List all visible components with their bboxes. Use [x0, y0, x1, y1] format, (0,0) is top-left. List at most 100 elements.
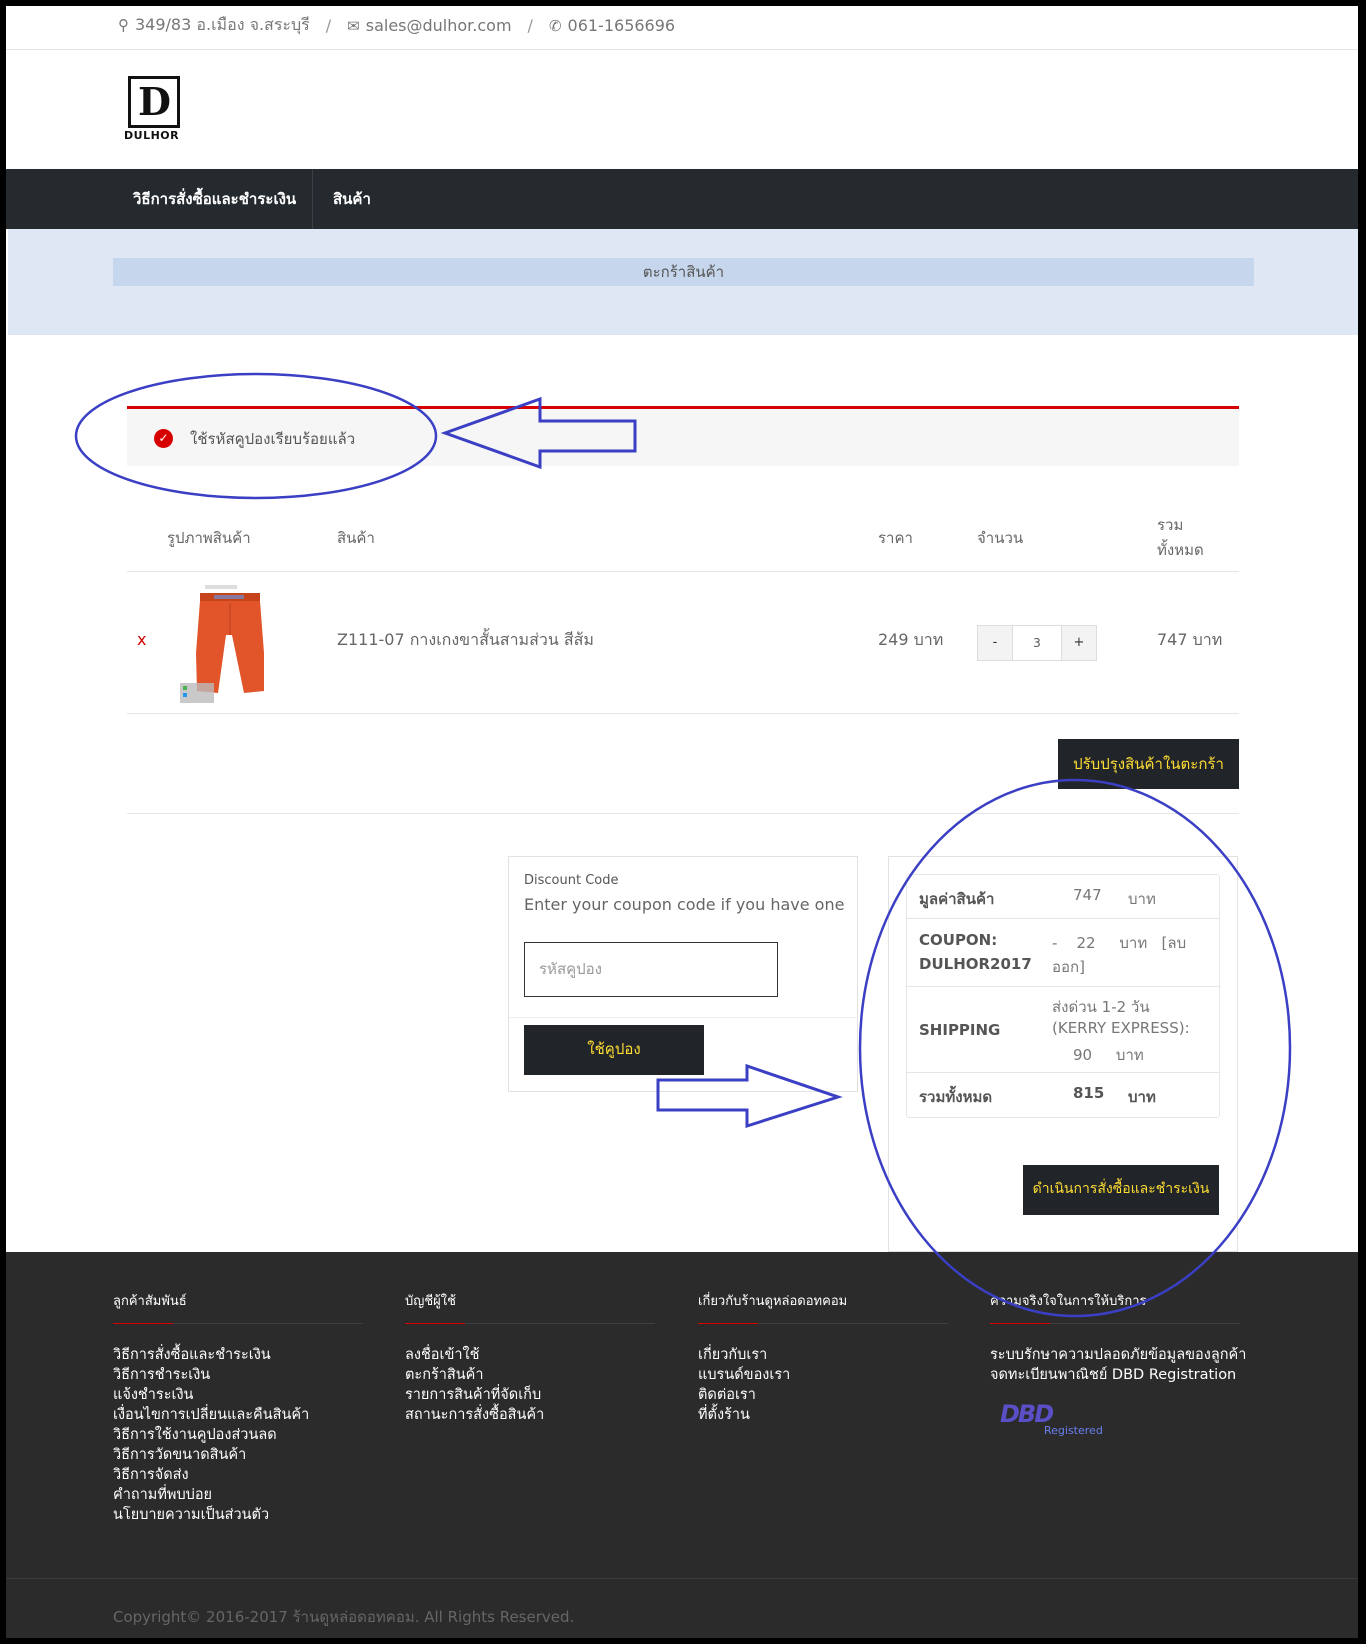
footer-col-trust: ความจริงใจในการให้บริการ ระบบรักษาความปล… — [990, 1290, 1246, 1385]
coupon-success-alert: ✓ ใช้รหัสคูปองเรียบร้อยแล้ว — [127, 406, 1239, 466]
subtotal-unit: บาท — [1128, 890, 1156, 908]
phone-icon: ✆ — [548, 17, 562, 35]
remove-item-button[interactable]: x — [137, 630, 146, 649]
footer-link[interactable]: แจ้งชำระเงิน — [113, 1385, 363, 1405]
logo-letter: D — [138, 79, 171, 124]
main-nav: วิธีการสั่งซื้อและชำระเงิน สินค้า — [0, 169, 1366, 229]
footer-link[interactable]: ลงชื่อเข้าใช้ — [405, 1345, 655, 1365]
nav-item-products[interactable]: สินค้า — [333, 169, 371, 229]
footer-link[interactable]: วิธีการจัดส่ง — [113, 1465, 363, 1485]
footer-link[interactable]: วิธีการใช้งานคูปองส่วนลด — [113, 1425, 363, 1445]
qty-input[interactable]: 3 — [1012, 626, 1062, 660]
footer-link[interactable]: รายการสินค้าที่จัดเก็บ — [405, 1385, 655, 1405]
shipping-row: SHIPPING ส่งด่วน 1-2 วัน (KERRY EXPRESS)… — [907, 987, 1219, 1073]
col-header-product: สินค้า — [337, 529, 375, 547]
shipping-carrier: (KERRY EXPRESS): — [1052, 1019, 1190, 1037]
footer-col-customer: ลูกค้าสัมพันธ์ วิธีการสั่งซื้อและชำระเงิ… — [113, 1290, 363, 1525]
footer-link[interactable]: นโยบายความเป็นส่วนตัว — [113, 1505, 363, 1525]
grand-total-label: รวมทั้งหมด — [919, 1088, 993, 1106]
footer-link[interactable]: วิธีการวัดขนาดสินค้า — [113, 1445, 363, 1465]
discount-code-panel: Discount Code Enter your coupon code if … — [508, 856, 858, 1092]
discount-code-label: Discount Code — [524, 873, 619, 888]
footer-link[interactable]: จดทะเบียนพาณิชย์ DBD Registration — [990, 1365, 1240, 1385]
checkout-button[interactable]: ดำเนินการสั่งซื้อและชำระเงิน — [1023, 1165, 1219, 1215]
footer-link[interactable]: สถานะการสั่งซื้อสินค้า — [405, 1405, 655, 1425]
top-info-bar: ⚲ 349/83 อ.เมือง จ.สระบุรี / ✉ sales@dulho… — [0, 0, 1366, 50]
footer-link[interactable]: เงื่อนไขการเปลี่ยนและคืนสินค้า — [113, 1405, 363, 1425]
site-logo[interactable]: D DULHOR — [124, 76, 184, 142]
order-summary-panel: มูลค่าสินค้า 747 บาท COUPON: DULHOR2017 … — [888, 856, 1238, 1252]
footer-divider — [0, 1578, 1366, 1579]
product-name[interactable]: Z111-07 กางเกงขาสั้นสามส่วน สีส้ม — [337, 628, 594, 653]
footer-link[interactable]: เกี่ยวกับเรา — [698, 1345, 948, 1365]
product-price: 249 บาท — [878, 630, 944, 649]
section-divider — [127, 813, 1239, 814]
totals-table: มูลค่าสินค้า 747 บาท COUPON: DULHOR2017 … — [906, 874, 1220, 1118]
shipping-cost: 90 บาท — [1073, 1046, 1144, 1064]
subtotal-label: มูลค่าสินค้า — [919, 890, 995, 908]
alert-message: ใช้รหัสคูปองเรียบร้อยแล้ว — [190, 430, 356, 448]
separator: / — [527, 16, 533, 35]
footer-link[interactable]: ตะกร้าสินค้า — [405, 1365, 655, 1385]
breadcrumb: ตะกร้าสินค้า — [113, 258, 1254, 286]
line-total: 747 บาท — [1157, 630, 1223, 649]
footer-col-account: บัญชีผู้ใช้ ลงชื่อเข้าใช้ ตะกร้าสินค้า ร… — [405, 1290, 655, 1425]
nav-item-how-to-order[interactable]: วิธีการสั่งซื้อและชำระเงิน — [133, 169, 296, 229]
subtotal-row: มูลค่าสินค้า 747 บาท — [907, 875, 1219, 919]
footer-link[interactable]: คำถามที่พบบ่อย — [113, 1485, 363, 1505]
col-header-total: รวม — [1157, 516, 1184, 534]
check-icon: ✓ — [154, 429, 173, 448]
footer-link[interactable]: แบรนด์ของเรา — [698, 1365, 948, 1385]
coupon-code: DULHOR2017 — [919, 955, 1032, 973]
panel-divider — [509, 1017, 858, 1018]
footer-heading: เกี่ยวกับร้านดูหล่อดอทคอม — [698, 1294, 848, 1309]
subtotal-value: 747 — [1073, 886, 1102, 904]
col-header-price: ราคา — [878, 529, 913, 547]
heading-underline — [698, 1323, 948, 1324]
footer-link[interactable]: ระบบรักษาความปลอดภัยข้อมูลของลูกค้า — [990, 1345, 1246, 1365]
shipping-label: SHIPPING — [919, 1021, 1001, 1039]
shipping-method: ส่งด่วน 1-2 วัน — [1052, 998, 1150, 1016]
remove-coupon-link[interactable]: ออก] — [1052, 955, 1085, 979]
row-divider — [127, 713, 1239, 714]
envelope-icon: ✉ — [347, 17, 360, 35]
product-image[interactable] — [180, 583, 278, 703]
footer-heading: ความจริงใจในการให้บริการ — [990, 1294, 1147, 1309]
footer-link[interactable]: วิธีการสั่งซื้อและชำระเงิน — [113, 1345, 363, 1365]
qty-plus-button[interactable]: + — [1062, 626, 1096, 660]
footer-col-about: เกี่ยวกับร้านดูหล่อดอทคอม เกี่ยวกับเรา แ… — [698, 1290, 948, 1425]
coupon-row: COUPON: DULHOR2017 - 22 บาท [ลบ ออก] — [907, 919, 1219, 987]
address-text: 349/83 อ.เมือง จ.สระบุรี — [135, 15, 310, 34]
heading-underline — [405, 1323, 655, 1324]
map-marker-icon: ⚲ — [118, 16, 129, 34]
footer-link[interactable]: ติดต่อเรา — [698, 1385, 948, 1405]
email-link[interactable]: sales@dulhor.com — [366, 16, 512, 35]
grand-total-row: รวมทั้งหมด 815 บาท — [907, 1073, 1219, 1117]
col-header-image: รูปภาพสินค้า — [167, 529, 251, 547]
qty-minus-button[interactable]: - — [978, 626, 1012, 660]
heading-underline — [113, 1323, 363, 1324]
heading-underline — [990, 1323, 1240, 1324]
quantity-stepper[interactable]: - 3 + — [977, 625, 1097, 661]
col-header-qty: จำนวน — [977, 529, 1024, 547]
address-item: ⚲ 349/83 อ.เมือง จ.สระบุรี — [118, 13, 310, 38]
discount-code-hint: Enter your coupon code if you have one — [524, 895, 845, 914]
coupon-label: COUPON: — [919, 931, 998, 949]
footer-link[interactable]: วิธีการชำระเงิน — [113, 1365, 363, 1385]
grand-total-unit: บาท — [1128, 1088, 1156, 1106]
coupon-discount: - 22 บาท [ลบ — [1052, 934, 1187, 952]
nav-divider — [312, 169, 313, 229]
update-cart-button[interactable]: ปรับปรุงสินค้าในตะกร้า — [1058, 739, 1239, 789]
apply-coupon-button[interactable]: ใช้คูปอง — [524, 1025, 704, 1075]
coupon-code-input[interactable]: รหัสคูปอง — [524, 942, 778, 997]
email-item[interactable]: ✉ sales@dulhor.com — [347, 16, 511, 35]
phone-item[interactable]: ✆ 061-1656696 — [549, 16, 675, 35]
table-divider — [127, 571, 1239, 572]
footer-link[interactable]: ที่ตั้งร้าน — [698, 1405, 948, 1425]
logo-mark: D — [128, 76, 180, 128]
dbd-registered-text: Registered — [1044, 1424, 1103, 1437]
footer-heading: บัญชีผู้ใช้ — [405, 1294, 456, 1309]
logo-text: DULHOR — [124, 129, 180, 142]
phone-link[interactable]: 061-1656696 — [568, 16, 676, 35]
dbd-registered-badge[interactable]: DBD Registered — [1000, 1400, 1120, 1448]
